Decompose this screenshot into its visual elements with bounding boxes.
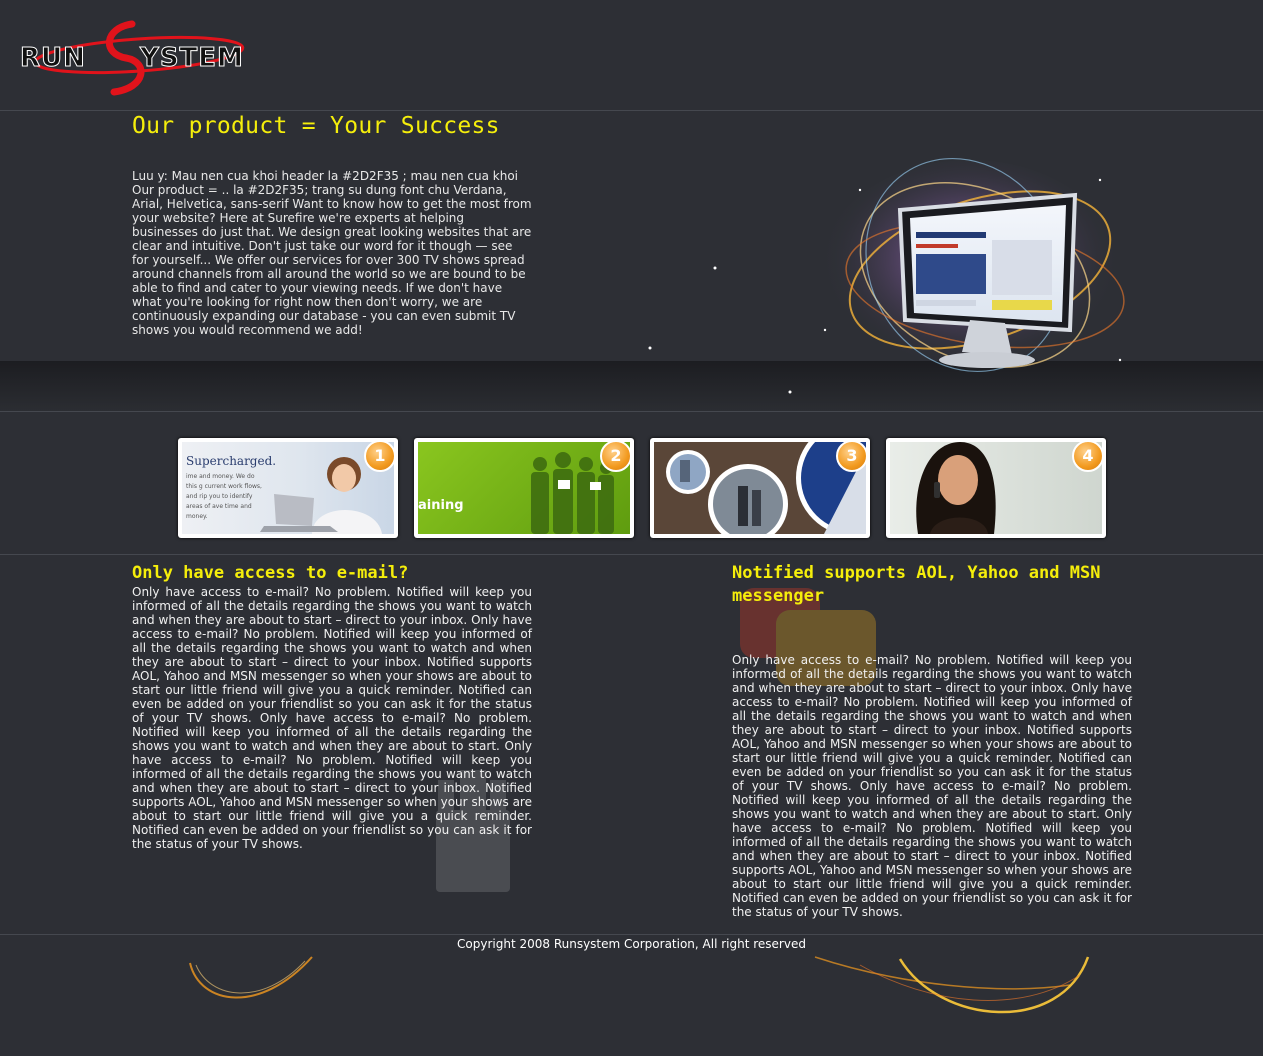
thumbnail-number-badge: 3: [836, 440, 868, 472]
section-text: Only have access to e-mail? No problem. …: [732, 653, 1132, 919]
thumbnail-image-city-circles: [654, 442, 866, 534]
thumbnail-1[interactable]: Supercharged. ime and money. We do this …: [178, 438, 398, 538]
messenger-support-section: Notified supports AOL, Yahoo and MSN mes…: [732, 562, 1132, 919]
section-title: Notified supports AOL, Yahoo and MSN mes…: [732, 563, 1101, 606]
hero-description: Luu y: Mau nen cua khoi header la #2D2F3…: [132, 169, 532, 337]
thumbnail-image-woman-on-phone: [890, 442, 1102, 534]
thumbnail-strip: Supercharged. ime and money. We do this …: [0, 412, 1263, 555]
section-text: Only have access to e-mail? No problem. …: [132, 585, 532, 851]
section-title: Only have access to e-mail?: [132, 563, 409, 583]
thumbnail-3[interactable]: 3: [650, 438, 870, 538]
thumbnail-2[interactable]: aining 2: [414, 438, 634, 538]
thumbnail-image-business-woman-laptop: Supercharged. ime and money. We do this …: [182, 442, 394, 534]
glowing-monitor-illustration: [620, 150, 1140, 410]
light-streak-decoration: [189, 956, 1090, 1014]
hero-title: Our product = Your Success: [132, 113, 500, 139]
email-access-section: Only have access to e-mail? Only have ac…: [132, 562, 532, 851]
copyright-text: Copyright 2008 Runsystem Corporation, Al…: [457, 937, 806, 951]
svg-text:RUN: RUN: [20, 43, 86, 73]
header: RUN YSTEM: [0, 0, 1263, 111]
thumbnail-number-badge: 2: [600, 440, 632, 472]
thumbnail-number-badge: 1: [364, 440, 396, 472]
runsystem-logo[interactable]: RUN YSTEM: [14, 14, 264, 96]
svg-text:YSTEM: YSTEM: [139, 43, 244, 73]
footer: Copyright 2008 Runsystem Corporation, Al…: [0, 934, 1263, 1056]
thumbnail-image-business-team-silhouettes: aining: [418, 442, 630, 534]
thumbnail-4[interactable]: 4: [886, 438, 1106, 538]
thumbnail-number-badge: 4: [1072, 440, 1104, 472]
